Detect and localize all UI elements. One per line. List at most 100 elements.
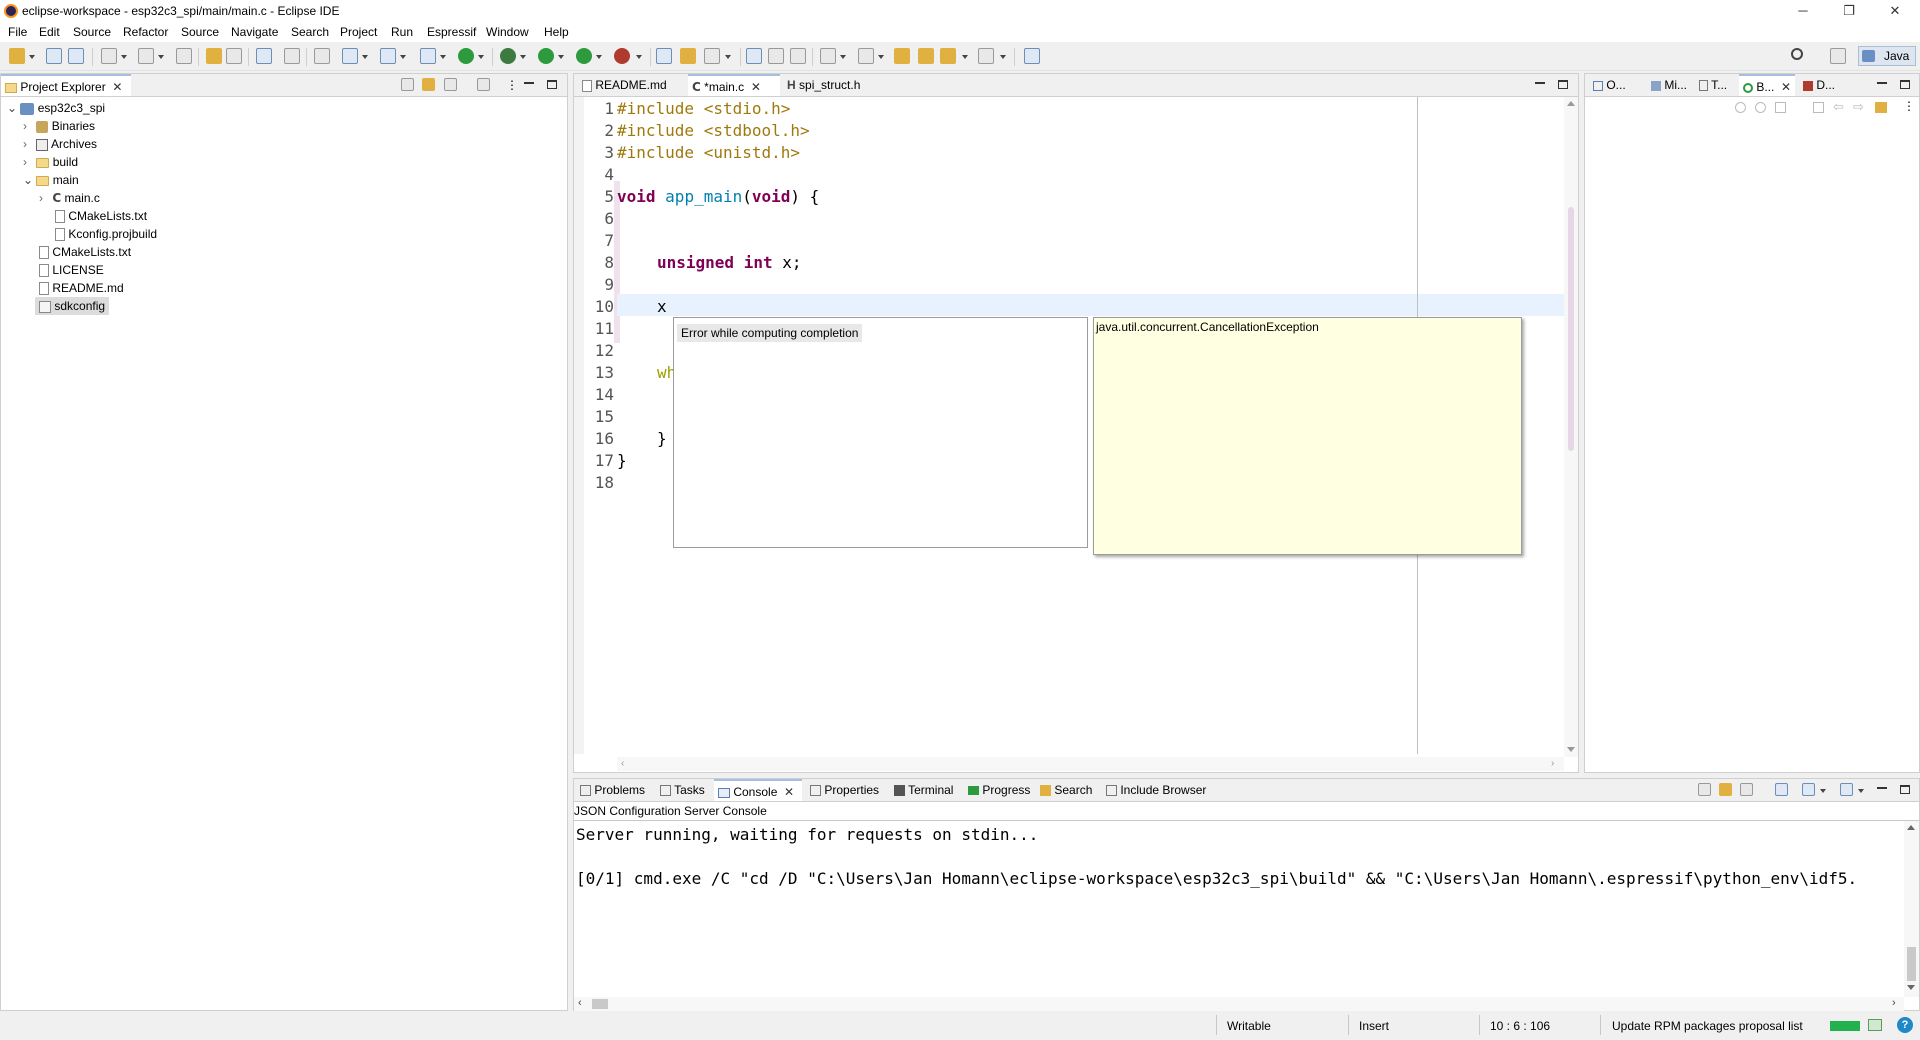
back-arrow-icon[interactable]: ⇦ (1833, 99, 1844, 115)
close-icon[interactable]: ✕ (781, 785, 794, 799)
build-icon[interactable] (101, 48, 117, 64)
new-icon[interactable] (9, 48, 25, 64)
restore-button[interactable]: ❐ (1826, 0, 1872, 22)
next-annotation-dropdown-icon[interactable] (840, 55, 846, 59)
scroll-up-icon[interactable] (1907, 825, 1915, 830)
scroll-down-icon[interactable] (1907, 985, 1915, 990)
tree-item-archives[interactable]: › Archives (23, 135, 97, 153)
search-icon[interactable] (1791, 48, 1803, 60)
help-icon[interactable]: ? (1897, 1017, 1913, 1033)
tree-item-main-c[interactable]: › C main.c (39, 189, 100, 207)
status-insert-mode[interactable]: Insert (1359, 1019, 1389, 1033)
minimize-button[interactable]: ─ (1780, 0, 1826, 22)
back-dropdown-icon[interactable] (962, 55, 968, 59)
undo-icon[interactable] (206, 48, 222, 64)
menu-run[interactable]: Run (391, 25, 413, 39)
open-folder-icon[interactable] (680, 48, 696, 64)
tree-item-license[interactable]: LICENSE (39, 261, 104, 279)
display-console-icon[interactable] (1802, 783, 1815, 796)
filter-icon[interactable] (444, 78, 457, 91)
prev-annotation-dropdown-icon[interactable] (878, 55, 884, 59)
run-icon[interactable] (538, 48, 554, 64)
chevron-down-icon[interactable]: ⌄ (7, 99, 17, 117)
pin-console-icon[interactable] (1775, 783, 1788, 796)
toggle-mark-icon[interactable] (746, 48, 762, 64)
connect-icon[interactable] (1775, 102, 1786, 113)
open-console-icon[interactable] (1840, 783, 1853, 796)
tree-item-readme[interactable]: README.md (39, 279, 124, 297)
tab-problems[interactable]: Problems (576, 779, 649, 801)
status-background-task[interactable]: Update RPM packages proposal list (1612, 1019, 1803, 1033)
scroll-up-icon[interactable] (1567, 101, 1575, 106)
tab-make-targets[interactable]: Mi... (1647, 74, 1691, 96)
view-menu-icon[interactable]: ⋮ (1903, 99, 1915, 113)
save-all-icon[interactable] (68, 48, 84, 64)
open-perspective-icon[interactable] (1830, 48, 1846, 64)
new-class-dropdown-icon[interactable] (440, 55, 446, 59)
debug-icon[interactable] (500, 48, 516, 64)
tab-disassembly[interactable]: D... (1799, 74, 1839, 96)
next-edit-icon[interactable] (918, 48, 934, 64)
menu-edit[interactable]: Edit (39, 25, 60, 39)
tree-item-cmakelists[interactable]: CMakeLists.txt (39, 243, 131, 261)
editor-horizontal-scrollbar[interactable]: ‹ › (617, 757, 1564, 771)
tree-item-cmakelists-main[interactable]: CMakeLists.txt (55, 207, 147, 225)
tab-properties[interactable]: Properties (806, 779, 883, 801)
progress-view-icon[interactable] (1868, 1019, 1882, 1031)
menu-project[interactable]: Project (340, 25, 377, 39)
completion-proposal-list[interactable]: Error while computing completion (673, 317, 1088, 548)
tab-console[interactable]: Console ✕ (714, 779, 802, 801)
search-file-icon[interactable] (284, 48, 300, 64)
tab-build-targets[interactable]: B... ✕ (1739, 74, 1795, 96)
open-console-dropdown-icon[interactable] (1858, 789, 1864, 793)
new-project-dropdown-icon[interactable] (362, 55, 368, 59)
forward-icon[interactable] (978, 48, 994, 64)
redo-icon[interactable] (226, 48, 242, 64)
show-whitespace-icon[interactable] (790, 48, 806, 64)
tree-item-kconfig[interactable]: Kconfig.projbuild (55, 225, 157, 243)
close-icon[interactable]: ✕ (1778, 80, 1791, 94)
menu-espressif[interactable]: Espressif (427, 25, 476, 39)
maximize-view-icon[interactable] (1900, 80, 1910, 89)
chevron-right-icon[interactable]: › (39, 189, 49, 207)
tool-dropdown-icon[interactable] (725, 55, 731, 59)
menu-file[interactable]: File (8, 25, 27, 39)
next-annotation-icon[interactable] (820, 48, 836, 64)
chevron-down-icon[interactable]: ⌄ (23, 171, 33, 189)
terminal-icon[interactable] (176, 48, 192, 64)
tab-tasks[interactable]: Tasks (656, 779, 709, 801)
tree-item-project[interactable]: ⌄ esp32c3_spi (7, 99, 105, 117)
tab-main-c[interactable]: C *main.c ✕ (688, 74, 780, 96)
scroll-left-icon[interactable]: ‹ (621, 758, 624, 769)
collapse-all-icon[interactable] (401, 78, 414, 91)
console-vertical-scrollbar[interactable] (1904, 821, 1919, 997)
coverage-dropdown-icon[interactable] (596, 55, 602, 59)
scroll-left-icon[interactable]: ‹ (578, 997, 582, 1009)
tree-item-binaries[interactable]: › Binaries (23, 117, 95, 135)
external-tools-dropdown-icon[interactable] (636, 55, 642, 59)
close-icon[interactable]: ✕ (109, 80, 122, 94)
forward-dropdown-icon[interactable] (1000, 55, 1006, 59)
open-type-icon[interactable] (256, 48, 272, 64)
refresh-dropdown-icon[interactable] (478, 55, 484, 59)
folder-up-icon[interactable] (1875, 102, 1887, 113)
close-button[interactable]: ✕ (1872, 0, 1918, 22)
view-menu-icon[interactable]: ⋮ (506, 78, 518, 92)
menu-help[interactable]: Help (544, 25, 569, 39)
maximize-view-icon[interactable] (1558, 80, 1568, 89)
flash-icon[interactable] (314, 48, 330, 64)
tab-progress[interactable]: Progress (964, 779, 1034, 801)
home-icon[interactable] (1813, 102, 1824, 113)
status-cursor-position[interactable]: 10 : 6 : 106 (1490, 1019, 1550, 1033)
tab-task-list[interactable]: T... (1695, 74, 1731, 96)
forward-arrow-icon[interactable]: ⇨ (1853, 99, 1864, 115)
chevron-right-icon[interactable]: › (23, 135, 33, 153)
last-edit-icon[interactable] (894, 48, 910, 64)
build-config-dropdown-icon[interactable] (158, 55, 164, 59)
menu-search[interactable]: Search (291, 25, 329, 39)
run-dropdown-icon[interactable] (558, 55, 564, 59)
target-2-icon[interactable] (1755, 102, 1766, 113)
menu-source[interactable]: Source (73, 25, 111, 39)
minimize-view-icon[interactable] (524, 82, 534, 84)
new-project-icon[interactable] (342, 48, 358, 64)
